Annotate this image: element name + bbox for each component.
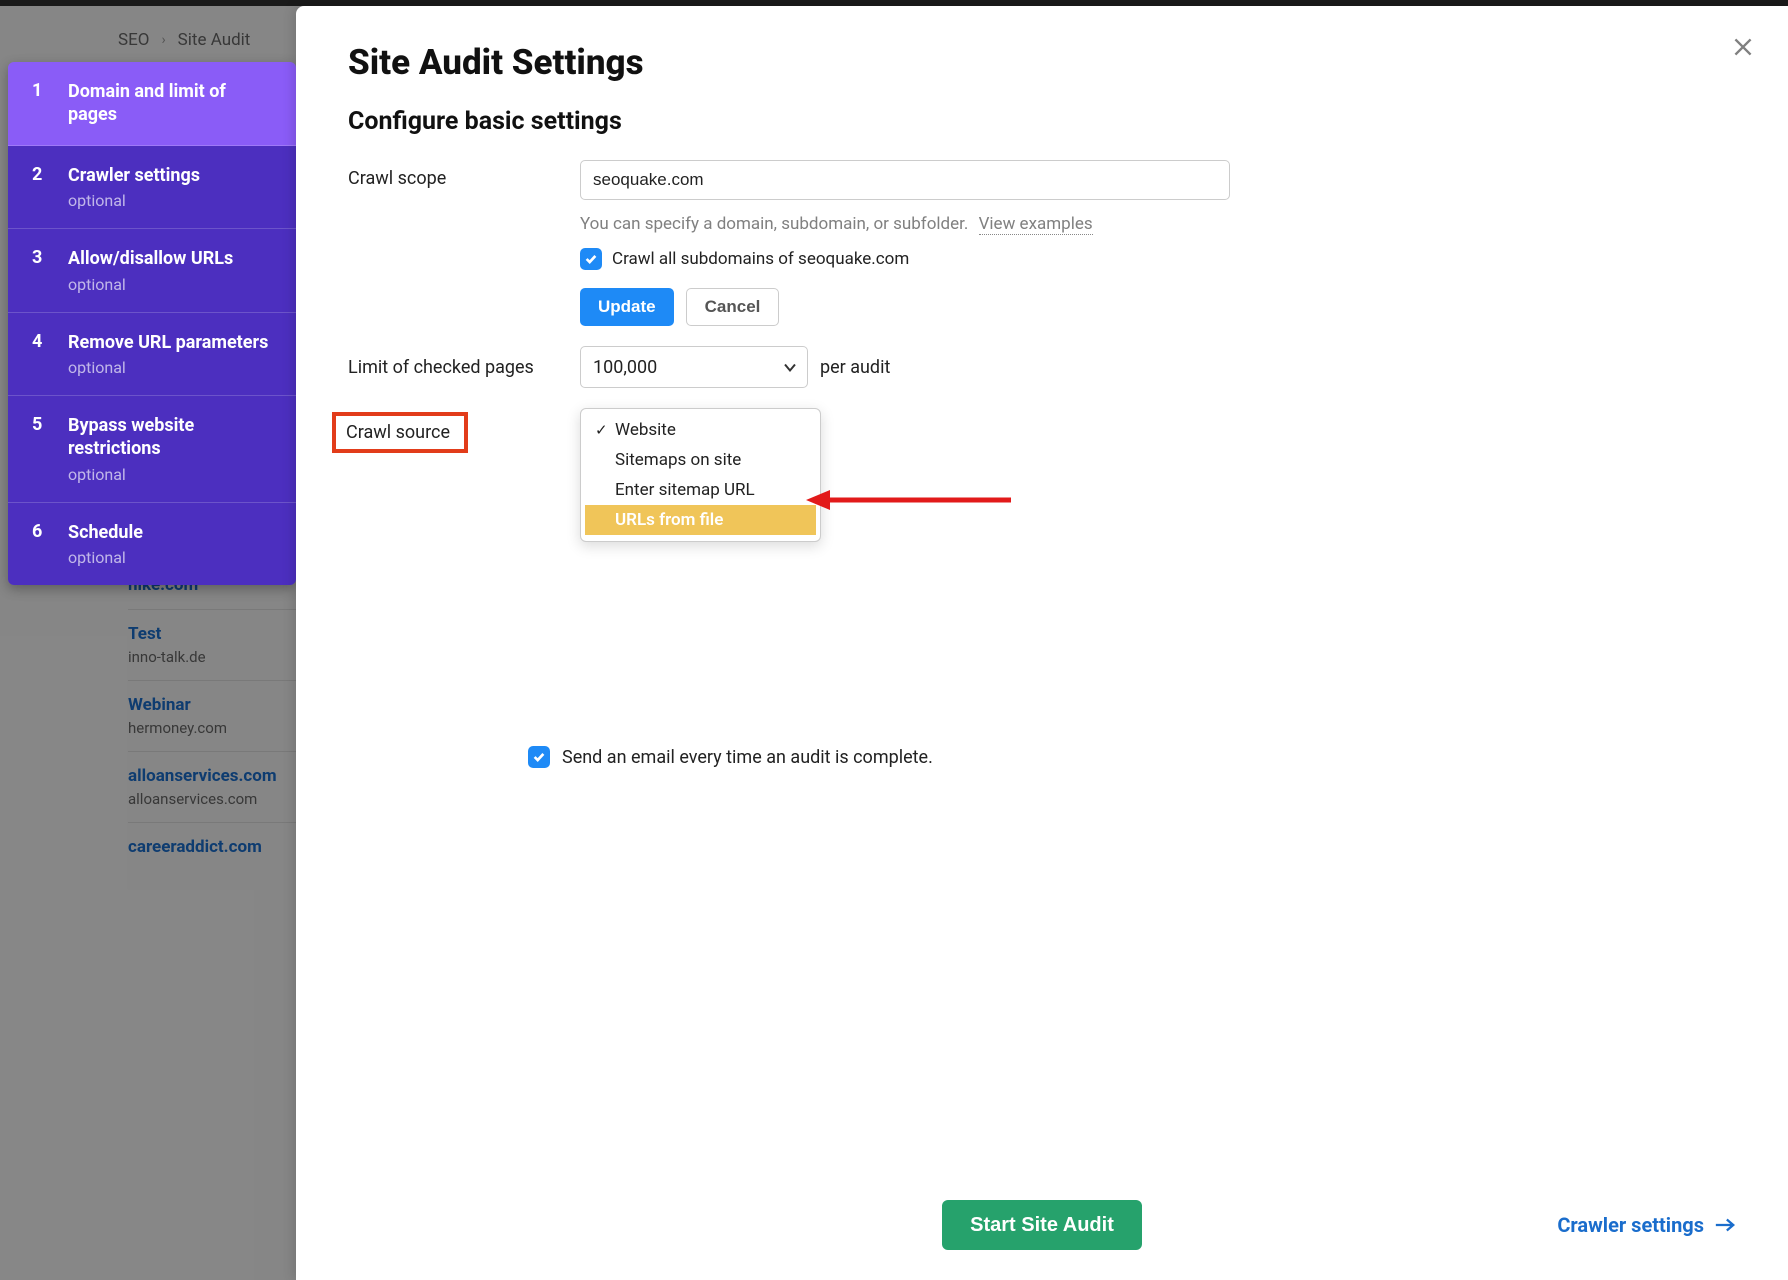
step-sub: optional: [68, 465, 276, 484]
dd-option-website[interactable]: Website: [585, 415, 816, 445]
step-title: Schedule: [68, 521, 276, 544]
step-title: Crawler settings: [68, 164, 276, 187]
limit-row: Limit of checked pages 100,000 per audit: [348, 346, 1736, 388]
step-schedule[interactable]: 6 Schedule optional: [8, 503, 296, 585]
modal-footer: Start Site Audit Crawler settings: [296, 1200, 1788, 1250]
limit-suffix: per audit: [820, 357, 890, 378]
crawl-subdomains-label: Crawl all subdomains of seoquake.com: [612, 249, 909, 269]
step-number: 3: [32, 247, 50, 293]
step-number: 2: [32, 164, 50, 210]
step-number: 5: [32, 414, 50, 484]
step-title: Bypass website restrictions: [68, 414, 276, 461]
step-crawler-settings[interactable]: 2 Crawler settings optional: [8, 146, 296, 229]
crawl-scope-hint: You can specify a domain, subdomain, or …: [580, 214, 1736, 234]
checkbox-checked-icon[interactable]: [528, 746, 550, 768]
step-title: Remove URL parameters: [68, 331, 276, 354]
step-number: 6: [32, 521, 50, 567]
step-domain-limit[interactable]: 1 Domain and limit of pages: [8, 62, 296, 146]
modal-subtitle: Configure basic settings: [348, 107, 1736, 136]
crawl-source-label: Crawl source: [346, 422, 450, 443]
step-bypass-restrictions[interactable]: 5 Bypass website restrictions optional: [8, 396, 296, 503]
step-remove-url-params[interactable]: 4 Remove URL parameters optional: [8, 313, 296, 396]
step-sub: optional: [68, 548, 276, 567]
checkbox-checked-icon[interactable]: [580, 248, 602, 270]
select-edge: [820, 409, 821, 449]
step-number: 1: [32, 80, 50, 127]
modal-title: Site Audit Settings: [348, 42, 1736, 83]
settings-modal: Site Audit Settings Configure basic sett…: [296, 6, 1788, 1280]
email-notify-row[interactable]: Send an email every time an audit is com…: [528, 746, 933, 768]
limit-value: 100,000: [593, 357, 657, 378]
crawl-source-row: Crawl source Website Sitemaps on site En…: [348, 408, 1736, 453]
crawl-scope-input[interactable]: [580, 160, 1230, 200]
step-sub: optional: [68, 191, 276, 210]
step-sub: optional: [68, 358, 276, 377]
crawler-settings-next-link[interactable]: Crawler settings: [1557, 1213, 1736, 1237]
view-examples-link[interactable]: View examples: [979, 214, 1093, 235]
step-sub: optional: [68, 275, 276, 294]
crawl-scope-label: Crawl scope: [348, 160, 580, 189]
limit-select[interactable]: 100,000: [580, 346, 808, 388]
dd-option-urls-from-file[interactable]: URLs from file: [585, 505, 816, 535]
step-number: 4: [32, 331, 50, 377]
annotation-arrow-icon: [806, 486, 1016, 514]
dd-option-sitemaps[interactable]: Sitemaps on site: [585, 445, 816, 475]
step-allow-disallow[interactable]: 3 Allow/disallow URLs optional: [8, 229, 296, 312]
dd-option-enter-sitemap-url[interactable]: Enter sitemap URL: [585, 475, 816, 505]
limit-label: Limit of checked pages: [348, 357, 580, 378]
close-icon: [1730, 34, 1756, 60]
start-site-audit-button[interactable]: Start Site Audit: [942, 1200, 1142, 1250]
step-title: Domain and limit of pages: [68, 80, 276, 127]
crawl-subdomains-row[interactable]: Crawl all subdomains of seoquake.com: [580, 248, 1736, 270]
crawl-source-highlight: Crawl source: [332, 412, 468, 453]
chevron-down-icon: [783, 357, 797, 378]
steps-sidebar: 1 Domain and limit of pages 2 Crawler se…: [8, 62, 296, 585]
update-button[interactable]: Update: [580, 288, 674, 326]
cancel-button[interactable]: Cancel: [686, 288, 780, 326]
arrow-right-icon: [1714, 1217, 1736, 1233]
crawl-source-dropdown[interactable]: Website Sitemaps on site Enter sitemap U…: [580, 408, 821, 542]
close-button[interactable]: [1730, 34, 1756, 64]
step-title: Allow/disallow URLs: [68, 247, 276, 270]
email-notify-label: Send an email every time an audit is com…: [562, 747, 933, 768]
crawl-scope-row: Crawl scope You can specify a domain, su…: [348, 160, 1736, 326]
